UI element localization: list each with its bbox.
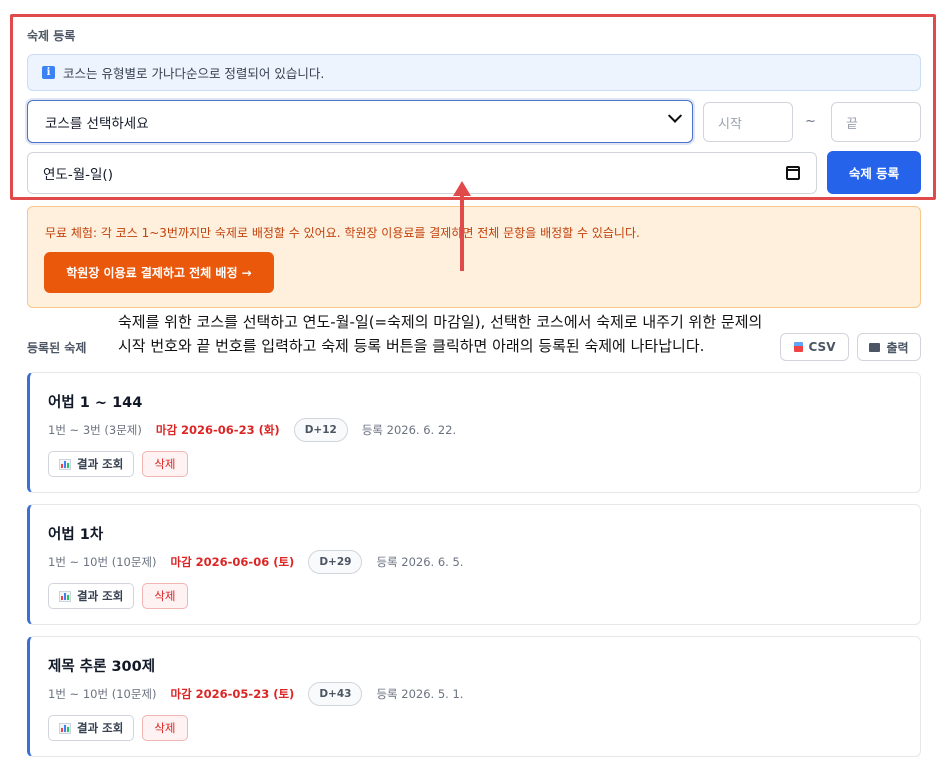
homework-title: 제목 추론 300제 xyxy=(48,659,156,675)
deadline-date-input[interactable]: 연도-월-일() xyxy=(27,152,817,194)
course-select-value: 코스를 선택하세요 xyxy=(45,115,149,132)
homework-deadline: 마감 2026-05-23 (토) xyxy=(170,687,295,701)
homework-range: 1번 ~ 10번 (10문제) xyxy=(48,555,157,569)
csv-download-button[interactable]: CSV xyxy=(780,333,849,361)
end-number-input[interactable]: 끝 xyxy=(831,102,921,142)
info-notice: i 코스는 유형별로 가나다순으로 정렬되어 있습니다. xyxy=(27,54,921,91)
homework-registered-date: 등록 2026. 5. 1. xyxy=(376,687,464,701)
calendar-icon[interactable] xyxy=(786,166,800,180)
homework-deadline: 마감 2026-06-06 (토) xyxy=(170,555,295,569)
homework-registered-date: 등록 2026. 6. 5. xyxy=(376,555,464,569)
download-icon xyxy=(793,342,803,352)
printer-icon xyxy=(869,342,881,352)
homework-actions: 결과 조회 삭제 xyxy=(48,451,188,477)
print-label: 출력 xyxy=(886,340,909,355)
up-arrow-icon xyxy=(460,195,464,271)
up-arrow-head xyxy=(453,181,471,196)
free-trial-notice: 무료 체험: 각 코스 1~3번까지만 숙제로 배정할 수 있어요. 학원장 이… xyxy=(27,206,921,308)
homework-range: 1번 ~ 10번 (10문제) xyxy=(48,687,157,701)
delete-button[interactable]: 삭제 xyxy=(142,715,188,741)
homework-deadline: 마감 2026-06-23 (화) xyxy=(155,423,280,437)
homework-card: 제목 추론 300제 1번 ~ 10번 (10문제) 마감 2026-05-23… xyxy=(27,636,921,757)
homework-card: 어법 1 ~ 144 1번 ~ 3번 (3문제) 마감 2026-06-23 (… xyxy=(27,372,921,493)
start-number-input[interactable]: 시작 xyxy=(703,102,793,142)
homework-title: 어법 1차 xyxy=(48,527,104,543)
chevron-down-icon xyxy=(667,108,683,123)
date-value: 연도-월-일() xyxy=(43,167,113,183)
dday-badge: D+12 xyxy=(293,418,348,442)
pay-full-assign-button[interactable]: 학원장 이용료 결제하고 전체 배정 → xyxy=(44,252,274,293)
annotation-line-2: 시작 번호와 끝 번호를 입력하고 숙제 등록 버튼을 클릭하면 아래의 등록된… xyxy=(118,337,705,355)
homework-meta: 1번 ~ 10번 (10문제) 마감 2026-05-23 (토) D+43 등… xyxy=(48,682,463,706)
info-icon: i xyxy=(42,66,55,79)
dday-badge: D+43 xyxy=(308,682,363,706)
dday-badge: D+29 xyxy=(308,550,363,574)
bar-chart-icon xyxy=(59,458,71,470)
annotation-line-1: 숙제를 위한 코스를 선택하고 연도-월-일(=숙제의 마감일), 선택한 코스… xyxy=(118,313,763,331)
homework-actions: 결과 조회 삭제 xyxy=(48,715,188,741)
course-select[interactable]: 코스를 선택하세요 xyxy=(27,100,693,143)
end-placeholder: 끝 xyxy=(846,116,858,132)
info-text: 코스는 유형별로 가나다순으로 정렬되어 있습니다. xyxy=(63,66,325,81)
homework-registered-date: 등록 2026. 6. 22. xyxy=(361,423,457,437)
registration-section-label: 숙제 등록 xyxy=(27,29,76,43)
homework-actions: 결과 조회 삭제 xyxy=(48,583,188,609)
view-results-label: 결과 조회 xyxy=(77,457,124,471)
homework-range: 1번 ~ 3번 (3문제) xyxy=(48,423,142,437)
view-results-label: 결과 조회 xyxy=(77,721,124,735)
view-results-button[interactable]: 결과 조회 xyxy=(48,583,135,609)
print-button[interactable]: 출력 xyxy=(857,333,921,361)
bar-chart-icon xyxy=(59,722,71,734)
homework-meta: 1번 ~ 3번 (3문제) 마감 2026-06-23 (화) D+12 등록 … xyxy=(48,418,456,442)
view-results-button[interactable]: 결과 조회 xyxy=(48,715,135,741)
delete-button[interactable]: 삭제 xyxy=(142,583,188,609)
view-results-button[interactable]: 결과 조회 xyxy=(48,451,135,477)
start-placeholder: 시작 xyxy=(718,116,742,132)
bar-chart-icon xyxy=(59,590,71,602)
register-homework-button[interactable]: 숙제 등록 xyxy=(827,151,921,194)
registered-section-label: 등록된 숙제 xyxy=(27,341,87,355)
range-separator: ~ xyxy=(805,114,816,129)
homework-title: 어법 1 ~ 144 xyxy=(48,395,143,411)
homework-meta: 1번 ~ 10번 (10문제) 마감 2026-06-06 (토) D+29 등… xyxy=(48,550,463,574)
csv-label: CSV xyxy=(808,340,836,354)
annotation-text: 숙제를 위한 코스를 선택하고 연도-월-일(=숙제의 마감일), 선택한 코스… xyxy=(118,310,762,358)
homework-card: 어법 1차 1번 ~ 10번 (10문제) 마감 2026-06-06 (토) … xyxy=(27,504,921,625)
delete-button[interactable]: 삭제 xyxy=(142,451,188,477)
trial-text: 무료 체험: 각 코스 1~3번까지만 숙제로 배정할 수 있어요. 학원장 이… xyxy=(45,226,640,240)
view-results-label: 결과 조회 xyxy=(77,589,124,603)
